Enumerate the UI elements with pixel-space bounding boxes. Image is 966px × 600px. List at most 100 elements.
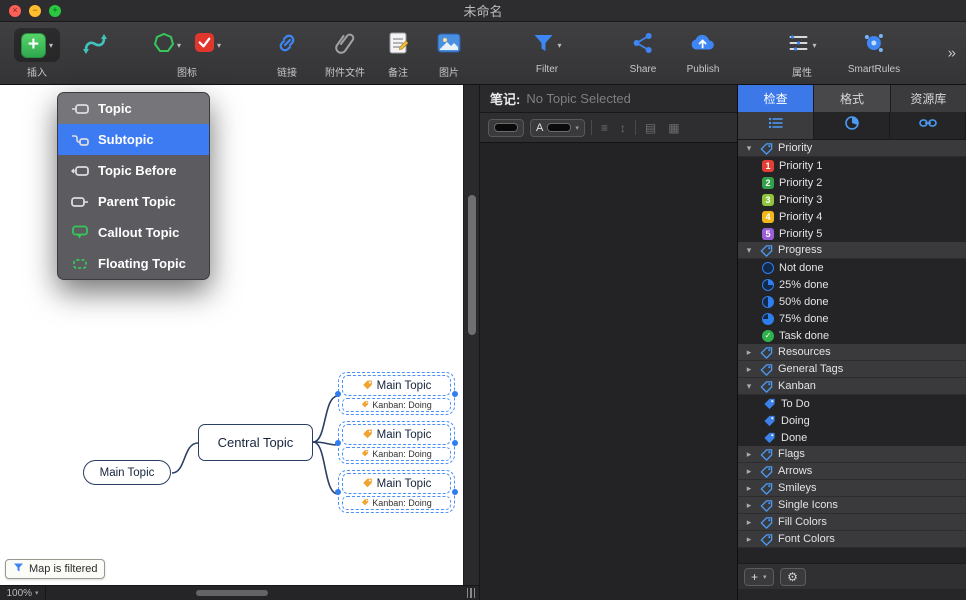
table-icon[interactable]: ▦ [665, 121, 682, 135]
chevron-down-icon[interactable]: ▾ [217, 41, 221, 50]
tag-item-done[interactable]: Done [738, 429, 966, 446]
horizontal-scrollbar-thumb[interactable] [196, 590, 268, 596]
tag-group-priority[interactable]: ▾ Priority [738, 140, 966, 157]
line-spacing-icon[interactable]: ↕ [617, 121, 629, 135]
menu-item-floating-topic[interactable]: Floating Topic [58, 248, 209, 279]
disclosure-triangle-icon[interactable]: ▸ [744, 500, 754, 511]
tag-group-single-icons[interactable]: ▸ Single Icons [738, 497, 966, 514]
tag-group-fill-colors[interactable]: ▸ Fill Colors [738, 514, 966, 531]
menu-item-parent-topic[interactable]: Parent Topic [58, 186, 209, 217]
tag-item-priority-4[interactable]: 4 Priority 4 [738, 208, 966, 225]
menu-item-subtopic[interactable]: Subtopic [58, 124, 209, 155]
publish-button[interactable]: Publish [687, 28, 720, 75]
attachment-button[interactable]: 附件文件 [325, 28, 365, 79]
tag-item-priority-1[interactable]: 1 Priority 1 [738, 157, 966, 174]
splitter-grip[interactable] [463, 586, 479, 600]
kanban-tag-node[interactable]: Kanban: Doing [342, 496, 451, 510]
tag-group-flags[interactable]: ▸ Flags [738, 446, 966, 463]
insert-dropdown-menu: Topic Subtopic Topic Before Parent Topic… [57, 92, 210, 280]
tag-item-priority-3[interactable]: 3 Priority 3 [738, 191, 966, 208]
highlight-color-button[interactable] [488, 119, 524, 137]
task-complete-button[interactable]: ▾ [194, 32, 221, 58]
smartrules-button[interactable]: SmartRules [848, 28, 900, 75]
kanban-tag-icon [762, 397, 776, 410]
tag-item-50-done[interactable]: 50% done [738, 293, 966, 310]
selected-topic-group[interactable]: Main Topic Kanban: Doing [338, 470, 455, 513]
tag-item-priority-2[interactable]: 2 Priority 2 [738, 174, 966, 191]
note-button[interactable]: 备注 [388, 28, 408, 79]
font-color-button[interactable]: A ▾ [530, 119, 585, 137]
menu-item-callout-topic[interactable]: Callout Topic [58, 217, 209, 248]
tag-item-not-done[interactable]: Not done [738, 259, 966, 276]
tag-group-kanban[interactable]: ▾ Kanban [738, 378, 966, 395]
chevron-down-icon[interactable]: ▾ [557, 41, 561, 50]
disclosure-triangle-icon[interactable]: ▾ [744, 143, 754, 154]
main-topic-node[interactable]: Main Topic [342, 424, 451, 445]
kanban-tag-node[interactable]: Kanban: Doing [342, 447, 451, 461]
tag-item-task-done[interactable]: ✓ Task done [738, 327, 966, 344]
tag-group-general-tags[interactable]: ▸ General Tags [738, 361, 966, 378]
disclosure-triangle-icon[interactable]: ▸ [744, 534, 754, 545]
main-topic-node[interactable]: Main Topic [83, 460, 171, 485]
topic-style-button[interactable] [82, 28, 108, 62]
link-button[interactable]: 链接 [275, 28, 299, 79]
disclosure-triangle-icon[interactable]: ▾ [744, 381, 754, 392]
tag-item-priority-5[interactable]: 5 Priority 5 [738, 225, 966, 242]
disclosure-triangle-icon[interactable]: ▾ [744, 245, 754, 256]
kanban-tag-icon [362, 477, 373, 491]
tag-item-75-done[interactable]: 75% done [738, 310, 966, 327]
main-topic-node[interactable]: Main Topic [342, 473, 451, 494]
kanban-tag-node[interactable]: Kanban: Doing [342, 398, 451, 412]
tag-group-resources[interactable]: ▸ Resources [738, 344, 966, 361]
menu-item-topic-before[interactable]: Topic Before [58, 155, 209, 186]
toolbar-overflow-chevron[interactable]: » [944, 45, 960, 62]
disclosure-triangle-icon[interactable]: ▸ [744, 449, 754, 460]
vertical-scrollbar-thumb[interactable] [468, 195, 476, 335]
tab-[interactable]: 检查 [738, 85, 814, 112]
properties-button[interactable]: ▾ 属性 [787, 28, 816, 79]
vertical-scrollbar[interactable] [463, 85, 479, 585]
central-topic-node[interactable]: Central Topic [198, 424, 313, 461]
menu-item-topic[interactable]: Topic [58, 93, 209, 124]
tag-item-doing[interactable]: Doing [738, 412, 966, 429]
tag-group-smileys[interactable]: ▸ Smileys [738, 480, 966, 497]
disclosure-triangle-icon[interactable]: ▸ [744, 347, 754, 358]
insert-topic-button[interactable]: + ▾ 插入 [14, 28, 60, 79]
chevron-down-icon: ▾ [35, 589, 39, 597]
index-icon [768, 116, 784, 135]
add-tag-button[interactable]: + ▾ [744, 568, 774, 586]
horizontal-scrollbar[interactable] [46, 586, 479, 600]
selected-topic-group[interactable]: Main Topic Kanban: Doing [338, 421, 455, 464]
gear-icon[interactable]: ⚙ [780, 568, 806, 586]
icon-marker-button[interactable]: ▾ [153, 32, 181, 59]
tab-[interactable]: 资源库 [891, 85, 966, 112]
tag-group-font-colors[interactable]: ▸ Font Colors [738, 531, 966, 548]
tag-item-25-done[interactable]: 25% done [738, 276, 966, 293]
disclosure-triangle-icon[interactable]: ▸ [744, 466, 754, 477]
image-button[interactable]: 图片 [437, 28, 461, 79]
tag-item-to-do[interactable]: To Do [738, 395, 966, 412]
icon-tab-index[interactable] [738, 112, 814, 139]
zoom-control[interactable]: 100% ▾ [0, 586, 46, 600]
tag-group-progress[interactable]: ▾ Progress [738, 242, 966, 259]
chevron-down-icon[interactable]: ▾ [812, 41, 816, 50]
share-button[interactable]: Share [630, 28, 657, 75]
map-filtered-status[interactable]: Map is filtered [5, 559, 105, 579]
main-topic-node[interactable]: Main Topic [342, 375, 451, 396]
selected-topic-group[interactable]: Main Topic Kanban: Doing [338, 372, 455, 415]
icon-tab-chart[interactable] [814, 112, 890, 139]
tag-group-arrows[interactable]: ▸ Arrows [738, 463, 966, 480]
disclosure-triangle-icon[interactable]: ▸ [744, 364, 754, 375]
icon-tab-links[interactable] [890, 112, 966, 139]
minimize-icon[interactable]: − [29, 5, 41, 17]
maximize-icon[interactable]: + [49, 5, 61, 17]
list-icon[interactable]: ▤ [642, 121, 659, 135]
disclosure-triangle-icon[interactable]: ▸ [744, 517, 754, 528]
close-icon[interactable]: × [9, 5, 21, 17]
disclosure-triangle-icon[interactable]: ▸ [744, 483, 754, 494]
text-align-icon[interactable]: ≡ [598, 121, 611, 135]
tab-[interactable]: 格式 [814, 85, 890, 112]
chevron-down-icon[interactable]: ▾ [177, 41, 181, 50]
chevron-down-icon[interactable]: ▾ [49, 41, 53, 50]
filter-button[interactable]: ▾ Filter [532, 28, 561, 75]
